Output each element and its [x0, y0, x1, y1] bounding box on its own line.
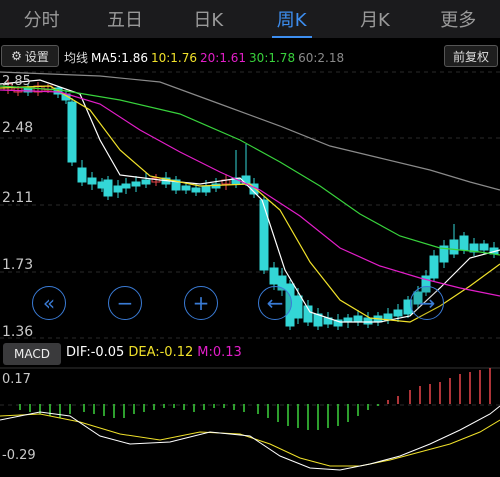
macd-axis-bottom: -0.29: [2, 448, 36, 463]
candle-body: [393, 309, 403, 317]
zoom-out-icon[interactable]: −: [108, 286, 142, 320]
macd-button[interactable]: MACD: [3, 343, 61, 365]
kline-chart[interactable]: [0, 0, 500, 477]
macd-dea: DEA:-0.12: [128, 345, 194, 360]
zoom-in-icon[interactable]: +: [184, 286, 218, 320]
candle-body: [141, 179, 151, 185]
candle-body: [479, 243, 489, 251]
candle-body: [113, 185, 123, 193]
candle-body: [121, 183, 131, 189]
candle-body: [67, 101, 77, 163]
back-icon[interactable]: ←: [258, 286, 292, 320]
candle-body: [191, 187, 201, 193]
candle-body: [429, 255, 439, 279]
price-axis-label: 2.85: [2, 74, 31, 89]
candle-body: [201, 185, 211, 193]
candle-body: [459, 235, 469, 251]
forward-icon[interactable]: →: [410, 286, 444, 320]
price-axis-label: 1.36: [2, 324, 34, 340]
candle-body: [181, 185, 191, 191]
price-axis-label: 2.48: [2, 120, 34, 136]
macd-axis-top: 0.17: [2, 372, 31, 387]
candle-body: [353, 315, 363, 323]
candle-body: [77, 167, 87, 183]
candle-body: [259, 199, 269, 271]
dif-line: [0, 405, 500, 471]
candle-body: [103, 179, 113, 197]
macd-indicator-bar: MACD DIF:-0.05 DEA:-0.12 M:0.13: [0, 342, 500, 366]
macd-m: M:0.13: [197, 345, 242, 360]
candle-body: [449, 239, 459, 255]
price-axis-label: 2.11: [2, 190, 34, 206]
rewind-icon[interactable]: «: [32, 286, 66, 320]
price-axis-label: 1.73: [2, 257, 34, 273]
candle-body: [87, 177, 97, 185]
macd-values: DIF:-0.05 DEA:-0.12 M:0.13: [66, 345, 246, 360]
candle-body: [363, 317, 373, 325]
candle-body: [293, 295, 303, 319]
candle-body: [131, 181, 141, 187]
candle-body: [269, 267, 279, 285]
macd-dif: DIF:-0.05: [66, 345, 125, 360]
dea-line: [0, 413, 500, 467]
